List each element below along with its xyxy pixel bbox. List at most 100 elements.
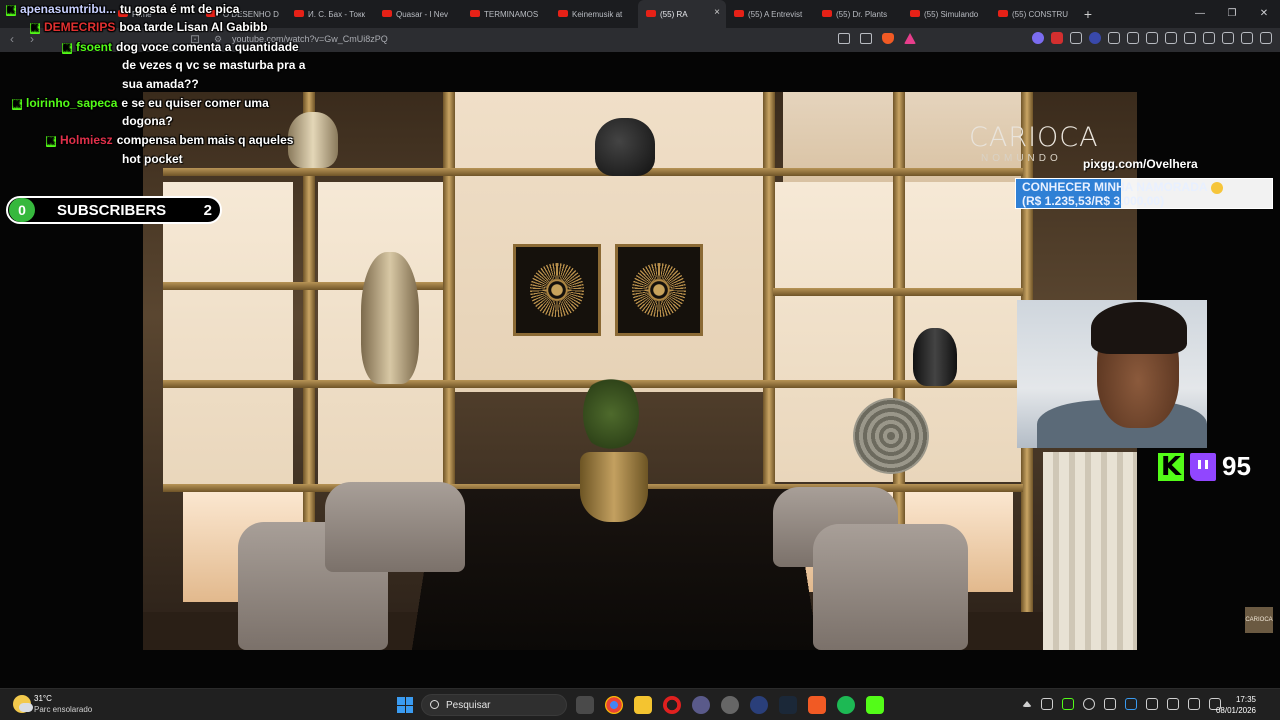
window-controls: — ❐ ✕ — [1184, 0, 1280, 28]
steam-icon[interactable] — [779, 696, 797, 714]
brave-icon[interactable] — [808, 696, 826, 714]
chat-message: K DEMECRIPS boa tarde Lisan Al Gabibb — [30, 20, 268, 34]
tab-8[interactable]: (55) Dr. Plants — [814, 0, 902, 28]
leo-ai-icon[interactable] — [1222, 32, 1234, 44]
subscriber-label: SUBSCRIBERS — [57, 201, 167, 219]
tab-6-active[interactable]: (55) RA × — [638, 0, 726, 28]
chevron-up-icon[interactable] — [1022, 701, 1032, 707]
kick-app-icon[interactable] — [866, 696, 884, 714]
kick-badge-icon: K — [12, 99, 22, 110]
weather-description[interactable]: Parc ensolarado — [34, 705, 92, 714]
menu-icon[interactable] — [1260, 32, 1272, 44]
kick-tray-icon[interactable] — [1062, 698, 1074, 710]
shelf-bay — [163, 182, 293, 492]
chat-text: hot pocket — [122, 152, 183, 166]
extension-icon[interactable] — [1051, 32, 1063, 44]
weather-icon[interactable] — [13, 695, 33, 713]
network-icon[interactable] — [1167, 698, 1179, 710]
vase — [913, 328, 957, 386]
vpn-icon[interactable] — [1241, 32, 1253, 44]
share-icon[interactable] — [860, 33, 872, 44]
chat-username: Holmiesz — [60, 133, 113, 147]
brand-watermark-sub: NOMUNDO — [981, 153, 1062, 164]
back-icon[interactable]: ‹ — [10, 32, 14, 46]
tab-2[interactable]: И. С. Бах - Токк — [286, 0, 374, 28]
chat-username: DEMECRIPS — [44, 20, 116, 34]
search-icon — [430, 700, 439, 709]
volume-icon[interactable] — [1188, 698, 1200, 710]
music-icon[interactable] — [1165, 32, 1177, 44]
new-tab-button[interactable]: + — [1078, 6, 1098, 22]
clock-time: 17:35 — [1235, 695, 1256, 704]
youtube-icon — [382, 10, 392, 17]
extension-icon[interactable] — [1108, 32, 1120, 44]
youtube-icon — [734, 10, 744, 17]
forward-icon[interactable]: › — [30, 32, 34, 46]
app-icon[interactable] — [750, 696, 768, 714]
tray-app-icon[interactable] — [1083, 698, 1095, 710]
wallet-icon[interactable] — [1203, 32, 1215, 44]
opera-icon[interactable] — [663, 696, 681, 714]
bluetooth-icon[interactable] — [1125, 698, 1137, 710]
youtube-icon — [998, 10, 1008, 17]
tab-10[interactable]: (55) CONSTRU — [990, 0, 1078, 28]
tab-label: Keinemusik at — [572, 9, 623, 19]
tab-4[interactable]: TERMINAMOS — [462, 0, 550, 28]
tab-label: (55) RA — [660, 9, 688, 19]
close-tab-icon[interactable]: × — [714, 7, 720, 18]
tab-5[interactable]: Keinemusik at — [550, 0, 638, 28]
youtube-icon — [646, 10, 656, 17]
vase — [361, 252, 419, 384]
close-window-icon[interactable]: ✕ — [1248, 0, 1280, 28]
brave-rewards-icon[interactable] — [904, 33, 916, 44]
brave-shields-icon[interactable] — [882, 33, 894, 44]
tab-7[interactable]: (55) A Entrevist — [726, 0, 814, 28]
taskbar-search[interactable]: Pesquisar — [421, 694, 567, 716]
chrome-icon[interactable] — [605, 696, 623, 714]
cast-icon[interactable] — [838, 33, 850, 44]
chat-username: apenasumtribu... — [20, 2, 117, 16]
tray-app-icon[interactable] — [1104, 698, 1116, 710]
extension-icon[interactable] — [1070, 32, 1082, 44]
wall-art-frame — [615, 244, 703, 336]
chat-message: Kloirinho_sapeca e se eu quiser comer uma — [12, 96, 269, 110]
extension-icon[interactable] — [1032, 32, 1044, 44]
brand-watermark: CARIOCA — [969, 122, 1099, 153]
start-button[interactable] — [397, 697, 413, 713]
app-icon[interactable] — [721, 696, 739, 714]
chat-text: de vezes q vc se masturba pra a — [122, 58, 306, 72]
kick-badge-icon: K — [6, 5, 16, 16]
donation-goal: CONHECER MINHA NAMORADA (R$ 1.235,53/R$ … — [1015, 178, 1273, 209]
decor-plate — [853, 398, 929, 474]
kick-badge-icon: K — [62, 43, 72, 54]
tab-9[interactable]: (55) Simulando — [902, 0, 990, 28]
app-icon[interactable] — [692, 696, 710, 714]
chat-message: K Holmiesz compensa bem mais q aqueles — [46, 133, 293, 147]
extension-icon[interactable] — [1089, 32, 1101, 44]
tab-label: (55) A Entrevist — [748, 9, 803, 19]
puzzle-icon[interactable] — [1127, 32, 1139, 44]
video-player[interactable]: CARIOCA NOMUNDO — [143, 92, 1137, 650]
tab-label: (55) Dr. Plants — [836, 9, 888, 19]
extension-toolbar — [1032, 32, 1272, 44]
maximize-icon[interactable]: ❐ — [1216, 0, 1248, 28]
sculpture — [595, 118, 655, 176]
viewer-count: 95 — [1222, 451, 1251, 481]
sidebar-icon[interactable] — [1184, 32, 1196, 44]
file-explorer-icon[interactable] — [634, 696, 652, 714]
task-view-icon[interactable] — [576, 696, 594, 714]
kick-badge-icon: K — [30, 23, 40, 34]
youtube-icon — [558, 10, 568, 17]
screenshot-icon[interactable] — [1146, 32, 1158, 44]
spotify-icon[interactable] — [837, 696, 855, 714]
clock[interactable]: 17:35 08/01/2026 — [1216, 694, 1256, 716]
sync-icon[interactable] — [1041, 698, 1053, 710]
microphone-icon[interactable] — [1146, 698, 1158, 710]
minimize-icon[interactable]: — — [1184, 0, 1216, 28]
weather-temperature[interactable]: 31°C — [34, 694, 52, 703]
viewer-counter: K 95 — [1158, 451, 1251, 482]
chair — [813, 524, 968, 650]
youtube-icon — [822, 10, 832, 17]
tab-3[interactable]: Quasar - I Nev — [374, 0, 462, 28]
taskbar: 31°C Parc ensolarado Pesquisar 17:35 08/… — [0, 688, 1280, 720]
